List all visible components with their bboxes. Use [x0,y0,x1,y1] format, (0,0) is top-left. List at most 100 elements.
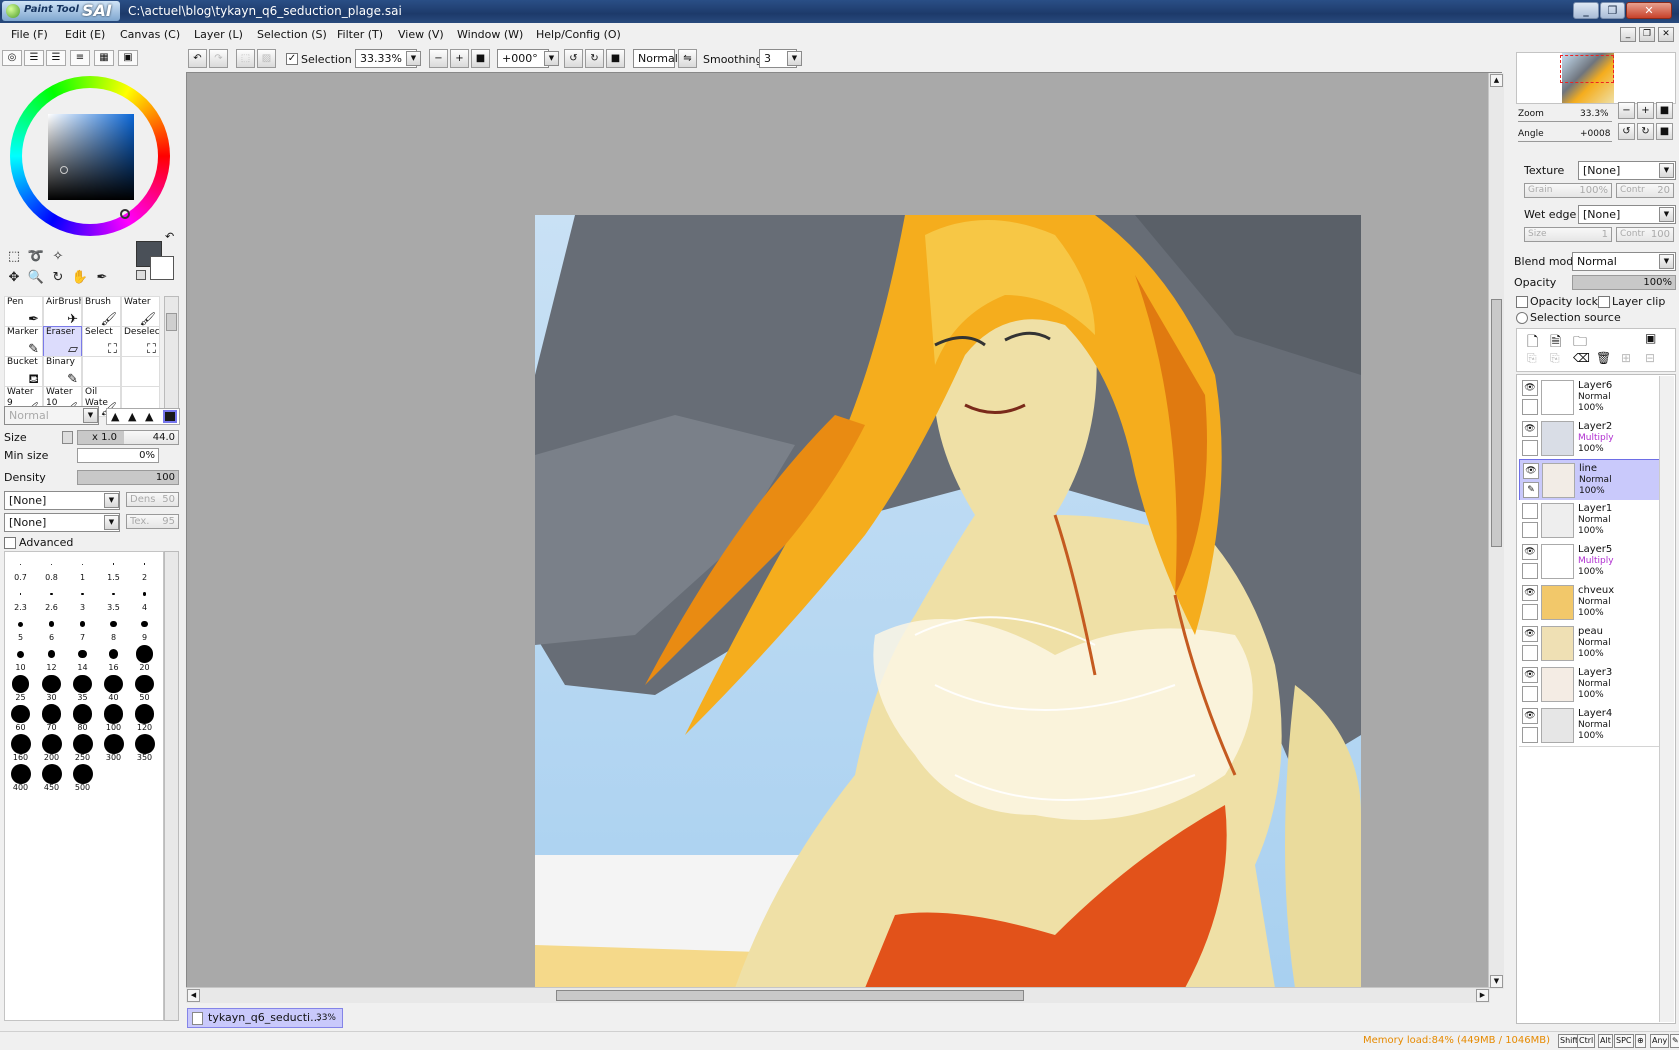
shape-medium-icon[interactable]: ▲ [128,410,136,423]
opacity-slider[interactable]: 100% [1572,275,1676,290]
opacity-lock-checkbox[interactable] [1516,296,1528,308]
brush-size-preset[interactable]: 25 [5,672,36,702]
undo-icon[interactable]: ↶ [188,49,207,68]
menu-layer[interactable]: Layer (L) [194,28,243,41]
invert-selection-icon[interactable]: ▨ [257,49,276,68]
layer-visibility-eye-icon[interactable]: 👁 [1522,708,1538,724]
size-slider[interactable]: x 1.0 44.0 [77,430,179,445]
zoom-tool-icon[interactable]: 🔍 [26,269,46,287]
size-pressure-toggle[interactable] [62,431,73,444]
layer-row-layer5[interactable]: 👁 Layer5 Multiply 100% [1519,541,1660,583]
texture-dropdown-icon[interactable]: ▼ [1659,163,1674,178]
rotate-right-icon[interactable]: ↻ [585,49,604,68]
document-tab[interactable]: tykayn_q6_seducti... 33% [187,1008,343,1028]
brush-size-preset[interactable]: 20 [129,642,160,672]
navigator-viewport-frame[interactable] [1560,55,1614,83]
wet-edge-dropdown-icon[interactable]: ▼ [1659,207,1674,222]
layer-visibility-eye-icon[interactable]: 👁 [1522,421,1538,437]
brush-size-preset[interactable]: 3.5 [98,582,129,612]
layer-option-icon[interactable]: ⊞ [1621,351,1631,365]
secondary-color-swatch[interactable] [150,256,174,280]
menu-help-config[interactable]: Help/Config (O) [536,28,621,41]
smoothing-dropdown-icon[interactable]: ▼ [787,51,802,66]
layer-row-layer3[interactable]: 👁 Layer3 Normal 100% [1519,664,1660,706]
horizontal-scroll-thumb[interactable] [556,990,1024,1001]
brush-size-scrollbar[interactable] [164,551,179,1021]
menu-filter[interactable]: Filter (T) [337,28,383,41]
mdi-restore-button[interactable]: ❐ [1639,27,1655,42]
brush-size-preset[interactable]: 350 [129,732,160,762]
layer-visibility-eye-icon[interactable]: 👁 [1522,544,1538,560]
nav-zoom-reset-icon[interactable]: ■ [1656,102,1673,119]
scroll-up-icon[interactable]: ▲ [1490,74,1503,87]
transfer-down-icon[interactable]: ⎘ [1527,351,1537,366]
brush-size-preset[interactable]: 30 [36,672,67,702]
brush-size-preset[interactable]: 1.5 [98,552,129,582]
scroll-right-icon[interactable]: ▶ [1476,989,1489,1002]
brush-size-preset[interactable]: 450 [36,762,67,792]
brush-size-preset[interactable]: 7 [67,612,98,642]
rotate-tool-icon[interactable]: ↻ [48,269,68,287]
delete-layer-icon[interactable]: 🗑 [1596,351,1611,365]
rgb-sliders-tab-icon[interactable]: ☰ [24,50,44,66]
nav-rotate-right-icon[interactable]: ↻ [1637,123,1654,140]
brush-tool-bucket[interactable]: Bucket ⛾ [4,356,43,387]
brush-size-preset[interactable]: 60 [5,702,36,732]
wet-edge-contrast-slider[interactable]: Contr 100 [1616,227,1674,242]
move-tool-icon[interactable]: ✥ [4,269,24,287]
layer-edit-lock-icon[interactable] [1522,727,1538,743]
shape-soft-icon[interactable]: ▲ [145,410,153,423]
apply-mask-icon[interactable]: ⊟ [1645,351,1655,365]
layer-edit-lock-icon[interactable] [1522,522,1538,538]
brush-size-preset[interactable]: 14 [67,642,98,672]
layer-edit-lock-icon[interactable] [1522,563,1538,579]
menu-edit[interactable]: Edit (E) [65,28,105,41]
brush-texture-dropdown-icon[interactable]: ▼ [104,515,119,530]
brush-size-preset[interactable]: 6 [36,612,67,642]
brush-grid-scrollbar[interactable] [164,296,179,418]
brush-size-preset[interactable]: 300 [98,732,129,762]
hue-marker[interactable] [120,209,130,219]
hsv-sliders-tab-icon[interactable]: ☰ [46,50,66,66]
canvas-vertical-scrollbar[interactable]: ▲ ▼ [1488,73,1504,989]
min-size-slider[interactable]: 0% [77,448,159,463]
brush-tool-water[interactable]: Water 🖌 [121,296,160,327]
brush-size-preset[interactable]: 9 [129,612,160,642]
navigator-preview[interactable] [1516,52,1676,104]
lasso-tool-icon[interactable]: ➰ [26,248,46,266]
brush-tool-binary[interactable]: Binary ✎ [43,356,82,387]
brush-shape-selector[interactable]: ▲ ▲ ▲ [106,408,180,425]
transparent-color-icon[interactable] [136,270,146,280]
layer-edit-lock-icon[interactable] [1522,604,1538,620]
brush-size-preset[interactable]: 2 [129,552,160,582]
zoom-dropdown-icon[interactable]: ▼ [406,51,421,66]
shape-square-icon[interactable] [163,410,177,423]
brush-size-preset[interactable]: 400 [5,762,36,792]
layer-mask-icon[interactable]: ▣ [1645,331,1656,345]
brush-size-preset[interactable]: 0.8 [36,552,67,582]
texture-strength-slider[interactable]: Tex. 95 [126,514,179,529]
nav-zoom-slider[interactable] [1518,121,1612,122]
layer-visibility-eye-icon[interactable]: 👁 [1522,585,1538,601]
rect-select-tool-icon[interactable]: ⬚ [4,248,24,266]
nav-rotate-left-icon[interactable]: ↺ [1618,123,1635,140]
eyedropper-tool-icon[interactable]: ✒ [92,269,112,287]
nav-zoom-out-icon[interactable]: − [1618,102,1635,119]
zoom-out-icon[interactable]: − [429,49,448,68]
brush-size-preset[interactable]: 200 [36,732,67,762]
merge-down-icon[interactable]: ⎘ [1550,351,1560,366]
flip-horizontal-icon[interactable]: ⇋ [678,49,697,68]
brush-tool-brush[interactable]: Brush 🖌 [82,296,121,327]
brush-mode-dropdown-icon[interactable]: ▼ [83,408,98,423]
brush-size-preset[interactable]: 50 [129,672,160,702]
scroll-down-icon[interactable]: ▼ [1490,975,1503,988]
nav-rotate-reset-icon[interactable]: ■ [1656,123,1673,140]
brush-texture-select[interactable]: [None] [4,513,120,532]
redo-icon[interactable]: ↷ [209,49,228,68]
scratchpad-tab-icon[interactable]: ▣ [118,50,138,66]
shape-density-slider[interactable]: Dens 50 [126,492,179,507]
brush-size-preset[interactable]: 12 [36,642,67,672]
shape-hard-icon[interactable]: ▲ [111,410,119,423]
brush-shape-option-dropdown-icon[interactable]: ▼ [104,493,119,508]
layer-row-layer2[interactable]: 👁 Layer2 Multiply 100% [1519,418,1660,460]
